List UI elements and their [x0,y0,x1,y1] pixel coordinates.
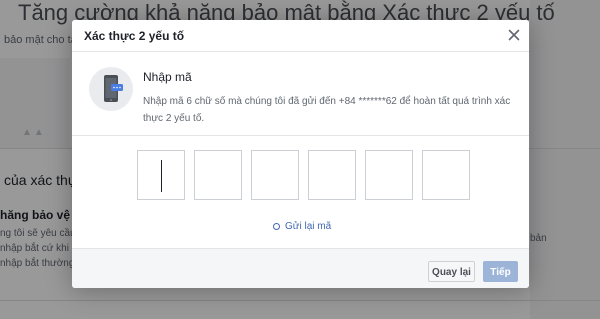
dialog-title: Xác thực 2 yếu tố [84,29,185,43]
code-digit-input-1[interactable] [137,150,185,200]
code-digit-input-6[interactable] [422,150,470,200]
two-factor-dialog: Xác thực 2 yếu tố Nhập mã Nhập mã 6 chữ … [72,20,529,288]
next-button[interactable]: Tiếp [483,261,518,282]
section-description: Nhập mã 6 chữ số mà chúng tôi đã gửi đến… [143,96,511,124]
code-digit-input-4[interactable] [308,150,356,200]
text-caret [161,160,162,192]
refresh-icon [273,223,280,230]
resend-code-label: Gửi lại mã [285,221,332,232]
content-divider [72,135,529,136]
section-title: Nhập mã [143,70,192,84]
dialog-footer: Quay lại Tiếp [72,248,529,288]
dialog-header: Xác thực 2 yếu tố [72,20,529,52]
code-digit-input-5[interactable] [365,150,413,200]
code-digit-input-2[interactable] [194,150,242,200]
code-digit-input-3[interactable] [251,150,299,200]
back-button[interactable]: Quay lại [428,261,475,282]
phone-with-code-icon [89,67,133,111]
close-icon[interactable] [505,26,523,44]
